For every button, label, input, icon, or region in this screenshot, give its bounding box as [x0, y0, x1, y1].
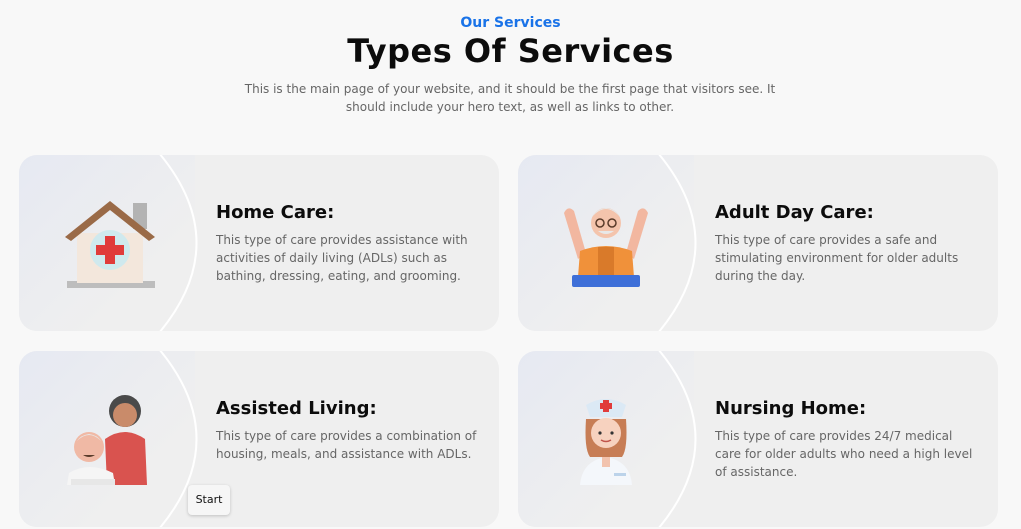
card-title: Adult Day Care: [715, 202, 874, 223]
card-title: Assisted Living: [216, 398, 377, 419]
start-button[interactable]: Start [188, 485, 230, 515]
section-eyebrow: Our Services [460, 15, 561, 31]
service-card-home-care[interactable]: Home Care: This type of care provides as… [19, 155, 499, 331]
card-description: This type of care provides assistance wi… [216, 233, 468, 283]
caregiver-elderly-icon [67, 395, 147, 485]
card-description: This type of care provides a safe and st… [715, 233, 959, 283]
card-description: This type of care provides 24/7 medical … [715, 429, 973, 479]
service-card-adult-day-care[interactable]: Adult Day Care: This type of care provid… [518, 155, 998, 331]
section-subtitle: This is the main page of your website, a… [244, 82, 776, 114]
elderly-man-icon [564, 208, 648, 287]
card-title: Nursing Home: [715, 398, 867, 419]
card-title: Home Care: [216, 202, 335, 223]
house-medical-icon [65, 201, 155, 288]
card-description: This type of care provides a combination… [216, 429, 477, 461]
service-card-assisted-living[interactable]: Assisted Living: This type of care provi… [19, 351, 499, 527]
nurse-icon [580, 399, 632, 485]
section-title: Types Of Services [347, 32, 674, 70]
service-card-nursing-home[interactable]: Nursing Home: This type of care provides… [518, 351, 998, 527]
